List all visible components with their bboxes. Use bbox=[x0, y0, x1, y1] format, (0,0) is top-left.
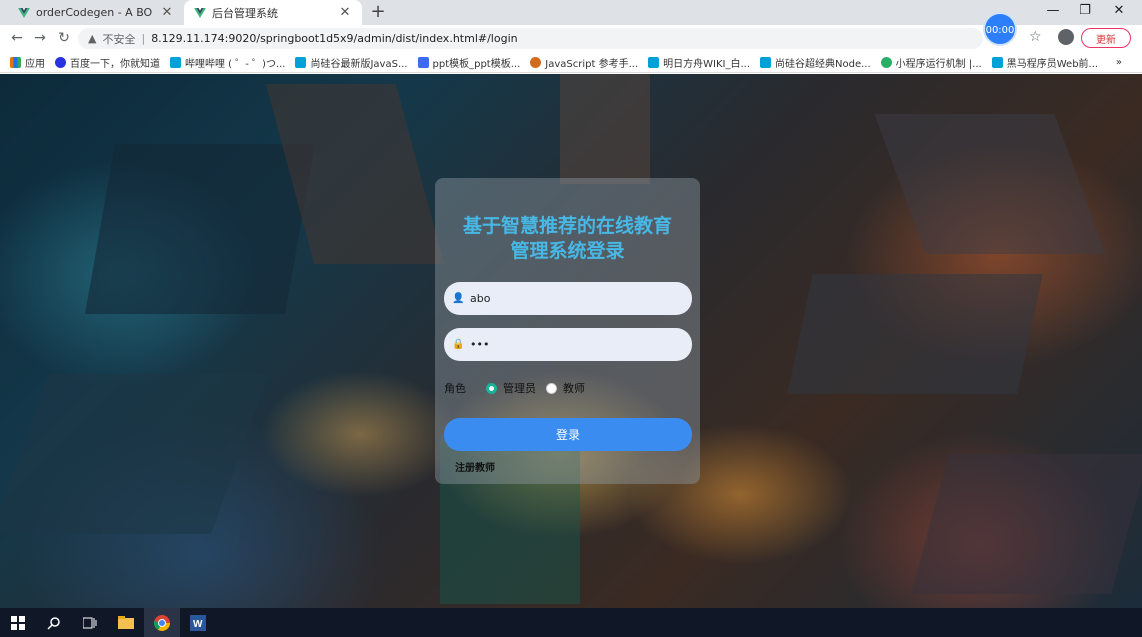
ppt-logo-icon bbox=[417, 56, 429, 68]
tab-title: 后台管理系统 bbox=[212, 6, 278, 20]
vue-logo-icon bbox=[194, 7, 206, 18]
username-field[interactable]: 👤 bbox=[444, 282, 692, 315]
bookmark-ppt[interactable]: ppt模板_ppt模板... bbox=[417, 55, 521, 70]
wechat-icon bbox=[880, 56, 892, 68]
bookmark-apps[interactable]: 应用 bbox=[10, 55, 45, 70]
password-input[interactable] bbox=[470, 338, 670, 351]
tab-title: orderCodegen - A BO bbox=[36, 6, 153, 19]
lock-icon: 🔒 bbox=[452, 339, 465, 350]
background-building bbox=[911, 454, 1142, 594]
browser-tab-strip: orderCodegen - A BO ✕ 后台管理系统 ✕ + — ❐ ✕ bbox=[0, 0, 1142, 25]
bookmark-label: 明日方舟WIKI_白... bbox=[663, 58, 751, 70]
maximize-button[interactable]: ❐ bbox=[1068, 0, 1102, 25]
register-teacher-link[interactable]: 注册教师 bbox=[455, 459, 495, 474]
bilibili-tv-icon bbox=[760, 56, 772, 68]
apps-grid-icon bbox=[10, 56, 21, 68]
bookmark-arknights-wiki[interactable]: 明日方舟WIKI_白... bbox=[648, 55, 750, 70]
username-input[interactable] bbox=[470, 292, 670, 305]
profile-avatar-icon[interactable] bbox=[1058, 29, 1074, 45]
folder-icon bbox=[118, 616, 134, 629]
bookmark-label: 尚硅谷超经典Node... bbox=[775, 58, 871, 70]
task-view-glyph-icon bbox=[83, 617, 97, 628]
role-teacher-label[interactable]: 教师 bbox=[563, 380, 585, 396]
bookmark-label: 黑马程序员Web前... bbox=[1006, 58, 1099, 70]
address-bar[interactable]: ▲ 不安全 | 8.129.11.174:9020/springboot1d5x… bbox=[78, 28, 983, 49]
login-card: 基于智慧推荐的在线教育 管理系统登录 👤 🔒 角色 管理员 教师 登录 注册教师 bbox=[435, 178, 700, 484]
windows-start-icon[interactable] bbox=[0, 608, 36, 637]
bookmark-label: 百度一下，你就知道 bbox=[70, 58, 160, 70]
role-selector: 角色 管理员 教师 bbox=[444, 380, 595, 396]
new-tab-button[interactable]: + bbox=[368, 2, 388, 22]
bookmark-label: JavaScript 参考手... bbox=[545, 58, 639, 70]
bookmark-baidu[interactable]: 百度一下，你就知道 bbox=[55, 55, 160, 70]
magnifier-icon bbox=[47, 616, 60, 630]
bilibili-tv-icon bbox=[295, 56, 307, 68]
bilibili-tv-icon bbox=[991, 56, 1003, 68]
bookmark-javascript-course[interactable]: 尚硅谷最新版JavaS... bbox=[295, 55, 408, 70]
js-reference-icon bbox=[530, 56, 542, 68]
file-explorer-icon[interactable] bbox=[108, 608, 144, 637]
login-button[interactable]: 登录 bbox=[444, 418, 692, 451]
browser-toolbar: ← → ↻ ▲ 不安全 | 8.129.11.174:9020/springbo… bbox=[0, 25, 1142, 52]
bookmarks-overflow-button[interactable]: » bbox=[1116, 57, 1122, 68]
screen: orderCodegen - A BO ✕ 后台管理系统 ✕ + — ❐ ✕ ←… bbox=[0, 0, 1142, 637]
bookmark-label: 哔哩哔哩 ( ゜- ゜)つ... bbox=[185, 58, 286, 70]
chrome-icon[interactable] bbox=[144, 608, 180, 637]
url-text: 8.129.11.174:9020/springboot1d5x9/admin/… bbox=[151, 32, 518, 45]
bookmarks-bar: 应用 百度一下，你就知道 哔哩哔哩 ( ゜- ゜)つ... 尚硅谷最新版Java… bbox=[0, 52, 1142, 73]
bookmark-heima[interactable]: 黑马程序员Web前... bbox=[991, 55, 1099, 70]
bookmark-miniprogram[interactable]: 小程序运行机制 |... bbox=[880, 55, 982, 70]
close-window-button[interactable]: ✕ bbox=[1102, 0, 1136, 25]
windows-taskbar: W bbox=[0, 608, 1142, 637]
svg-text:W: W bbox=[193, 619, 203, 630]
forward-arrow-icon[interactable]: → bbox=[31, 29, 49, 47]
security-label: 不安全 bbox=[102, 32, 136, 46]
bookmark-js-reference[interactable]: JavaScript 参考手... bbox=[530, 55, 638, 70]
tab-close-icon[interactable]: ✕ bbox=[338, 5, 352, 20]
vue-logo-icon bbox=[18, 7, 30, 18]
baidu-paw-icon bbox=[55, 56, 66, 68]
warning-icon: ▲ bbox=[88, 32, 97, 45]
bookmark-label: 应用 bbox=[25, 58, 45, 70]
reload-icon[interactable]: ↻ bbox=[55, 29, 73, 47]
login-title-line1: 基于智慧推荐的在线教育 bbox=[462, 215, 672, 237]
bookmark-bilibili[interactable]: 哔哩哔哩 ( ゜- ゜)つ... bbox=[170, 55, 285, 70]
bookmark-label: 尚硅谷最新版JavaS... bbox=[310, 58, 408, 70]
role-radio-admin[interactable] bbox=[486, 382, 497, 394]
word-logo-icon: W bbox=[190, 614, 206, 631]
user-icon: 👤 bbox=[452, 293, 465, 304]
background-building bbox=[787, 274, 1043, 394]
tab-ordercodegen[interactable]: orderCodegen - A BO ✕ bbox=[8, 0, 184, 25]
background-building bbox=[560, 74, 650, 184]
role-label: 角色 bbox=[444, 382, 466, 395]
update-label: 更新 bbox=[1096, 34, 1116, 46]
search-icon[interactable] bbox=[36, 608, 72, 637]
background-building bbox=[874, 114, 1106, 254]
bookmark-star-icon[interactable]: ☆ bbox=[1029, 29, 1042, 45]
background-building bbox=[0, 374, 270, 534]
word-icon[interactable]: W bbox=[180, 608, 216, 637]
bilibili-tv-icon bbox=[170, 56, 181, 68]
update-button[interactable]: 更新 bbox=[1081, 28, 1131, 48]
tab-admin-system[interactable]: 后台管理系统 ✕ bbox=[184, 0, 362, 25]
minimize-button[interactable]: — bbox=[1036, 0, 1070, 25]
login-title: 基于智慧推荐的在线教育 管理系统登录 bbox=[435, 214, 700, 264]
role-admin-label[interactable]: 管理员 bbox=[503, 380, 536, 396]
tab-close-icon[interactable]: ✕ bbox=[160, 5, 174, 20]
login-page-background: 基于智慧推荐的在线教育 管理系统登录 👤 🔒 角色 管理员 教师 登录 注册教师 bbox=[0, 74, 1142, 608]
role-radio-teacher[interactable] bbox=[546, 382, 557, 394]
back-arrow-icon[interactable]: ← bbox=[8, 29, 26, 47]
task-view-icon[interactable] bbox=[72, 608, 108, 637]
bilibili-tv-icon bbox=[648, 56, 660, 68]
separator: | bbox=[141, 32, 146, 45]
windows-logo-icon bbox=[11, 615, 25, 630]
bookmark-label: 小程序运行机制 |... bbox=[895, 58, 982, 70]
password-field[interactable]: 🔒 bbox=[444, 328, 692, 361]
login-title-line2: 管理系统登录 bbox=[510, 240, 625, 262]
chrome-logo-icon bbox=[154, 614, 170, 631]
bookmark-node[interactable]: 尚硅谷超经典Node... bbox=[760, 55, 871, 70]
background-building bbox=[85, 144, 315, 314]
bookmark-label: ppt模板_ppt模板... bbox=[432, 58, 521, 70]
screen-recorder-timer[interactable]: 00:00 bbox=[983, 12, 1017, 46]
